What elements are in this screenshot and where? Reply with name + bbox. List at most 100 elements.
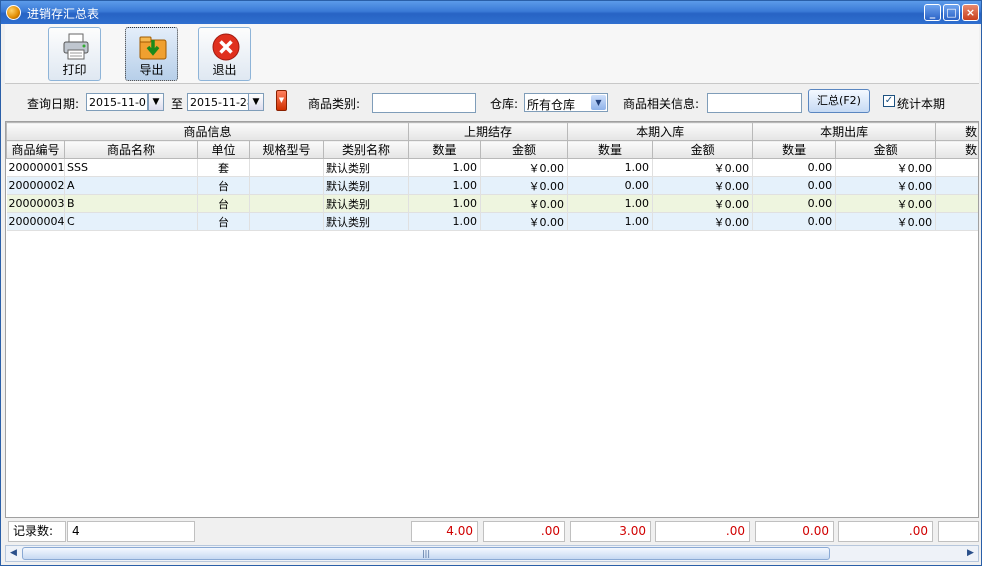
maximize-button[interactable]: □: [943, 4, 960, 21]
scroll-right-icon[interactable]: ▶: [963, 546, 978, 561]
cell-unit[interactable]: 套: [197, 158, 250, 177]
cell-amount[interactable]: ￥0.00: [480, 194, 569, 213]
summary-grid: 商品信息 上期结存 本期入库 本期出库 数 商品编号 商品名称 单位 规格型号 …: [5, 121, 979, 518]
date-from-field[interactable]: 2015-11-01: [86, 93, 148, 111]
cell-amount[interactable]: ￥0.00: [835, 176, 937, 195]
cell-extra[interactable]: [935, 176, 978, 195]
table-row[interactable]: 20000003 B 台 默认类别 1.00 ￥0.00 1.00 ￥0.00 …: [6, 194, 978, 213]
col-header[interactable]: 规格型号: [249, 140, 324, 159]
cell-spec[interactable]: [249, 194, 324, 213]
cell-qty[interactable]: 0.00: [752, 212, 837, 231]
product-info-input[interactable]: [707, 93, 802, 113]
cell-code[interactable]: 20000003: [6, 194, 65, 213]
cell-amount[interactable]: ￥0.00: [652, 158, 754, 177]
scroll-left-icon[interactable]: ◀: [6, 546, 21, 561]
group-header-extra[interactable]: 数: [935, 122, 978, 141]
cell-unit[interactable]: 台: [197, 176, 250, 195]
total-in-qty: 3.00: [570, 521, 651, 542]
cell-code[interactable]: 20000002: [6, 176, 65, 195]
scrollbar-thumb[interactable]: |||: [22, 547, 830, 560]
cell-qty[interactable]: 1.00: [408, 176, 482, 195]
col-header[interactable]: 商品编号: [6, 140, 65, 159]
col-header[interactable]: 类别名称: [322, 140, 410, 159]
cell-qty[interactable]: 0.00: [752, 158, 837, 177]
table-row[interactable]: 20000004 C 台 默认类别 1.00 ￥0.00 1.00 ￥0.00 …: [6, 212, 978, 231]
cell-category[interactable]: 默认类别: [323, 158, 410, 177]
cell-amount[interactable]: ￥0.00: [480, 212, 569, 231]
cell-qty[interactable]: 1.00: [567, 158, 654, 177]
group-header-row: 商品信息 上期结存 本期入库 本期出库 数: [6, 122, 978, 141]
group-header-prev-balance[interactable]: 上期结存: [408, 122, 569, 141]
cell-qty[interactable]: 0.00: [752, 194, 837, 213]
summary-table: 商品信息 上期结存 本期入库 本期出库 数 商品编号 商品名称 单位 规格型号 …: [6, 122, 978, 231]
category-input[interactable]: [372, 93, 476, 113]
cell-qty[interactable]: 0.00: [752, 176, 837, 195]
date-to-field[interactable]: 2015-11-28: [187, 93, 249, 111]
cell-code[interactable]: 20000001: [6, 158, 65, 177]
cell-category[interactable]: 默认类别: [323, 176, 410, 195]
export-button[interactable]: 导出: [125, 27, 178, 81]
cell-qty[interactable]: 1.00: [408, 158, 482, 177]
stat-period-label: 统计本期: [897, 97, 946, 111]
cell-code[interactable]: 20000004: [6, 212, 65, 231]
toolbar: 打印 导出 退出: [5, 24, 979, 84]
col-header[interactable]: 数量: [567, 140, 654, 159]
exit-button[interactable]: 退出: [198, 27, 251, 81]
warehouse-value: 所有仓库: [527, 98, 576, 112]
print-button[interactable]: 打印: [48, 27, 101, 81]
cell-qty[interactable]: 1.00: [567, 194, 654, 213]
cell-amount[interactable]: ￥0.00: [480, 158, 569, 177]
cell-qty[interactable]: 0.00: [567, 176, 654, 195]
cell-name[interactable]: C: [64, 212, 198, 231]
cell-amount[interactable]: ￥0.00: [835, 212, 937, 231]
cell-qty[interactable]: 1.00: [567, 212, 654, 231]
col-header[interactable]: 金额: [835, 140, 937, 159]
cell-name[interactable]: SSS: [64, 158, 198, 177]
col-header[interactable]: 商品名称: [64, 140, 198, 159]
title-bar[interactable]: 进销存汇总表 _ □ ×: [1, 1, 981, 24]
cell-amount[interactable]: ￥0.00: [835, 158, 937, 177]
cell-unit[interactable]: 台: [197, 194, 250, 213]
cell-spec[interactable]: [249, 212, 324, 231]
cell-qty[interactable]: 1.00: [408, 212, 482, 231]
cell-spec[interactable]: [249, 176, 324, 195]
date-picker-button[interactable]: ▼: [276, 90, 287, 111]
summary-button[interactable]: 汇总(F2): [808, 89, 870, 113]
cell-extra[interactable]: [935, 194, 978, 213]
col-header[interactable]: 单位: [197, 140, 250, 159]
horizontal-scrollbar[interactable]: ◀ ||| ▶: [5, 545, 979, 562]
minimize-button[interactable]: _: [924, 4, 941, 21]
table-row[interactable]: 20000001 SSS 套 默认类别 1.00 ￥0.00 1.00 ￥0.0…: [6, 158, 978, 177]
cell-extra[interactable]: [935, 158, 978, 177]
col-header[interactable]: 金额: [652, 140, 754, 159]
close-button[interactable]: ×: [962, 4, 979, 21]
cell-extra[interactable]: [935, 212, 978, 231]
group-header-product[interactable]: 商品信息: [6, 122, 410, 141]
date-to-dropdown[interactable]: ▼: [248, 93, 264, 111]
col-header[interactable]: 金额: [480, 140, 569, 159]
cell-amount[interactable]: ￥0.00: [835, 194, 937, 213]
cell-category[interactable]: 默认类别: [323, 212, 410, 231]
col-header[interactable]: 数量: [408, 140, 482, 159]
cell-amount[interactable]: ￥0.00: [652, 194, 754, 213]
cell-amount[interactable]: ￥0.00: [652, 212, 754, 231]
cell-name[interactable]: A: [64, 176, 198, 195]
group-header-period-in[interactable]: 本期入库: [567, 122, 754, 141]
cell-unit[interactable]: 台: [197, 212, 250, 231]
col-header[interactable]: 数量: [752, 140, 837, 159]
exit-label: 退出: [212, 63, 237, 77]
cell-category[interactable]: 默认类别: [323, 194, 410, 213]
chevron-down-icon[interactable]: ▼: [591, 95, 606, 110]
cell-spec[interactable]: [249, 158, 324, 177]
stat-period-checkbox[interactable]: ✓: [883, 95, 895, 107]
date-from-dropdown[interactable]: ▼: [148, 93, 164, 111]
total-in-amount: .00: [655, 521, 750, 542]
table-row[interactable]: 20000002 A 台 默认类别 1.00 ￥0.00 0.00 ￥0.00 …: [6, 176, 978, 195]
warehouse-select[interactable]: 所有仓库 ▼: [524, 93, 608, 112]
cell-qty[interactable]: 1.00: [408, 194, 482, 213]
group-header-period-out[interactable]: 本期出库: [752, 122, 937, 141]
cell-amount[interactable]: ￥0.00: [480, 176, 569, 195]
cell-name[interactable]: B: [64, 194, 198, 213]
col-header[interactable]: 数: [935, 140, 978, 159]
cell-amount[interactable]: ￥0.00: [652, 176, 754, 195]
